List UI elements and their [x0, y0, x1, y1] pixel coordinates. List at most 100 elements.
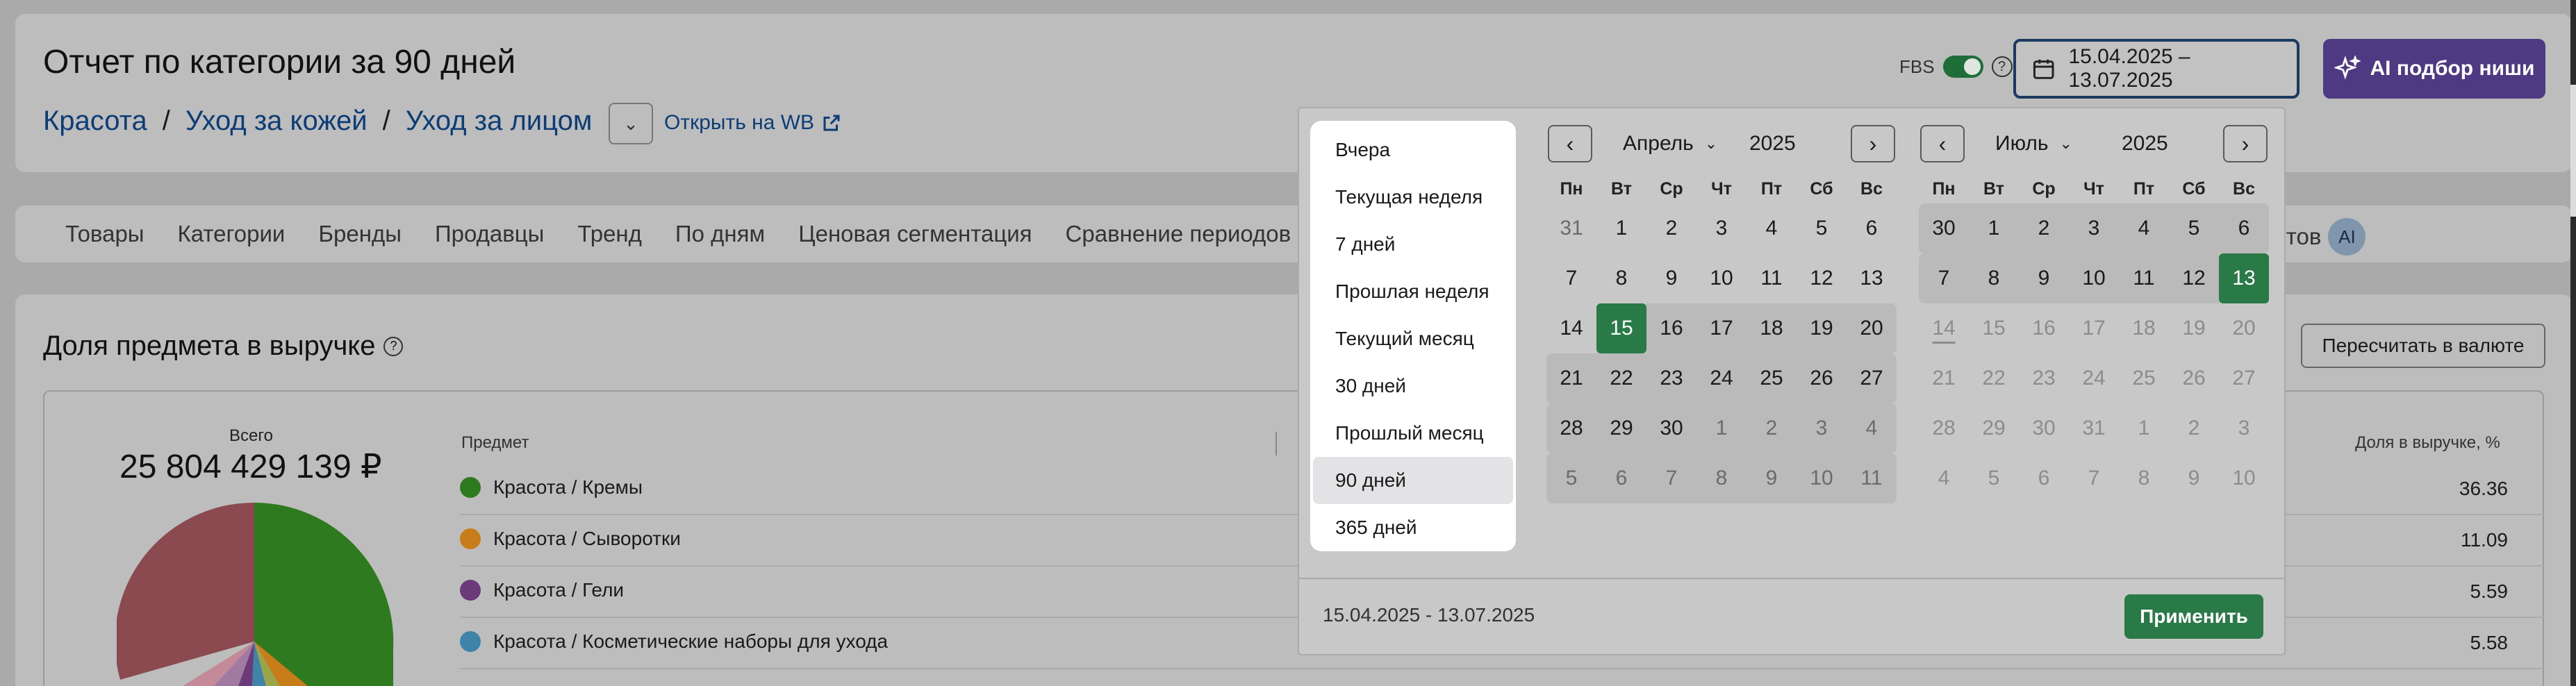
calendar-day[interactable]: 4: [1847, 403, 1897, 453]
preset-yesterday[interactable]: Вчера: [1313, 126, 1513, 174]
table-row[interactable]: Красота / Косметические наборы для ухода: [460, 630, 888, 653]
calendar-day[interactable]: 3: [2219, 403, 2269, 453]
ai-niche-button[interactable]: AI подбор ниши: [2323, 39, 2545, 99]
breadcrumb-item[interactable]: Уход за лицом: [406, 106, 593, 137]
preset-last-week[interactable]: Прошлая неделя: [1313, 268, 1513, 315]
calendar-day[interactable]: 7: [1646, 453, 1696, 503]
calendar-day[interactable]: 5: [1546, 453, 1596, 503]
calendar-day[interactable]: 21: [1919, 353, 1969, 403]
open-wb-link[interactable]: Открыть на WB: [664, 111, 842, 135]
calendar-day[interactable]: 9: [2019, 253, 2069, 303]
next-month-button[interactable]: ›: [1851, 125, 1895, 162]
table-row[interactable]: Красота / Гели: [460, 579, 624, 601]
calendar-day[interactable]: 7: [1546, 253, 1596, 303]
calendar-day[interactable]: 10: [2219, 453, 2269, 503]
calendar-day[interactable]: 5: [1797, 203, 1847, 253]
tab-period-comparison[interactable]: Сравнение периодов: [1066, 221, 1291, 247]
calendar-day[interactable]: 12: [2169, 253, 2219, 303]
apply-button[interactable]: Применить: [2124, 594, 2263, 639]
category-dropdown-button[interactable]: ⌄: [609, 103, 653, 144]
tab-sellers[interactable]: Продавцы: [435, 221, 544, 247]
calendar-day[interactable]: 18: [2119, 303, 2169, 353]
calendar-day[interactable]: 10: [1797, 453, 1847, 503]
calendar-day[interactable]: 24: [2069, 353, 2119, 403]
calendar-day[interactable]: 13: [2219, 253, 2269, 303]
calendar-day[interactable]: 1: [1696, 403, 1747, 453]
tab-brands[interactable]: Бренды: [318, 221, 402, 247]
calendar-day[interactable]: 20: [1847, 303, 1897, 353]
calendar-day[interactable]: 28: [1546, 403, 1596, 453]
calendar-day[interactable]: 29: [1969, 403, 2019, 453]
calendar-day[interactable]: 6: [1596, 453, 1646, 503]
calendar-day[interactable]: 30: [2019, 403, 2069, 453]
next-month-button[interactable]: ›: [2223, 125, 2268, 162]
recalc-currency-button[interactable]: Пересчитать в валюте: [2301, 324, 2545, 368]
calendar-day[interactable]: 29: [1596, 403, 1646, 453]
calendar-day[interactable]: 2: [2019, 203, 2069, 253]
calendar-day[interactable]: 17: [1696, 303, 1747, 353]
calendar-day[interactable]: 6: [1847, 203, 1897, 253]
preset-30-days[interactable]: 30 дней: [1313, 362, 1513, 410]
date-range-button[interactable]: 15.04.2025 – 13.07.2025: [2013, 39, 2300, 99]
calendar-day[interactable]: 27: [2219, 353, 2269, 403]
calendar-day[interactable]: 26: [1797, 353, 1847, 403]
preset-90-days[interactable]: 90 дней: [1313, 457, 1513, 504]
calendar-day[interactable]: 6: [2219, 203, 2269, 253]
column-header-share[interactable]: Доля в выручке, %: [2355, 433, 2500, 453]
month-select[interactable]: Апрель ⌄: [1623, 132, 1717, 156]
calendar-day[interactable]: 22: [1596, 353, 1646, 403]
calendar-day[interactable]: 8: [1969, 253, 2019, 303]
calendar-day[interactable]: 9: [1747, 453, 1797, 503]
calendar-day[interactable]: 13: [1847, 253, 1897, 303]
calendar-day[interactable]: 1: [1969, 203, 2019, 253]
calendar-day[interactable]: 26: [2169, 353, 2219, 403]
calendar-day[interactable]: 11: [1847, 453, 1897, 503]
calendar-day[interactable]: 16: [2019, 303, 2069, 353]
calendar-day[interactable]: 9: [2169, 453, 2219, 503]
calendar-day[interactable]: 27: [1847, 353, 1897, 403]
calendar-day[interactable]: 6: [2019, 453, 2069, 503]
calendar-day[interactable]: 15: [1969, 303, 2019, 353]
column-header-subject[interactable]: Предмет: [461, 433, 529, 453]
calendar-day[interactable]: 11: [1747, 253, 1797, 303]
year-value[interactable]: 2025: [1749, 132, 1796, 156]
tab-trend[interactable]: Тренд: [577, 221, 642, 247]
preset-last-month[interactable]: Прошлый месяц: [1313, 410, 1513, 457]
prev-month-button[interactable]: ‹: [1548, 125, 1592, 162]
calendar-day[interactable]: 31: [2069, 403, 2119, 453]
fbs-toggle[interactable]: [1942, 56, 1983, 78]
calendar-day[interactable]: 8: [1696, 453, 1747, 503]
calendar-day[interactable]: 8: [1596, 253, 1646, 303]
tab-products[interactable]: Товары: [65, 221, 145, 247]
calendar-day[interactable]: 30: [1646, 403, 1696, 453]
calendar-day[interactable]: 10: [2069, 253, 2119, 303]
help-icon[interactable]: ?: [383, 336, 404, 356]
calendar-day[interactable]: 23: [1646, 353, 1696, 403]
help-icon[interactable]: ?: [1991, 56, 2013, 77]
calendar-day[interactable]: 15: [1596, 303, 1646, 353]
calendar-day[interactable]: 16: [1646, 303, 1696, 353]
preset-7-days[interactable]: 7 дней: [1313, 221, 1513, 268]
calendar-day[interactable]: 25: [2119, 353, 2169, 403]
tab-ai-products[interactable]: ктов AI: [2276, 218, 2366, 256]
calendar-day[interactable]: 4: [2119, 203, 2169, 253]
calendar-day[interactable]: 21: [1546, 353, 1596, 403]
calendar-day[interactable]: 5: [2169, 203, 2219, 253]
column-divider[interactable]: [1275, 432, 1277, 455]
calendar-day[interactable]: 14: [1919, 303, 1969, 353]
preset-current-week[interactable]: Текущая неделя: [1313, 174, 1513, 221]
calendar-day[interactable]: 2: [1747, 403, 1797, 453]
calendar-day[interactable]: 1: [2119, 403, 2169, 453]
calendar-day[interactable]: 25: [1747, 353, 1797, 403]
preset-current-month[interactable]: Текущий месяц: [1313, 315, 1513, 362]
calendar-day[interactable]: 19: [2169, 303, 2219, 353]
calendar-day[interactable]: 4: [1919, 453, 1969, 503]
calendar-day[interactable]: 28: [1919, 403, 1969, 453]
calendar-day[interactable]: 7: [1919, 253, 1969, 303]
calendar-day[interactable]: 4: [1747, 203, 1797, 253]
calendar-day[interactable]: 30: [1919, 203, 1969, 253]
calendar-day[interactable]: 8: [2119, 453, 2169, 503]
calendar-day[interactable]: 3: [1696, 203, 1747, 253]
prev-month-button[interactable]: ‹: [1920, 125, 1965, 162]
calendar-day[interactable]: 17: [2069, 303, 2119, 353]
